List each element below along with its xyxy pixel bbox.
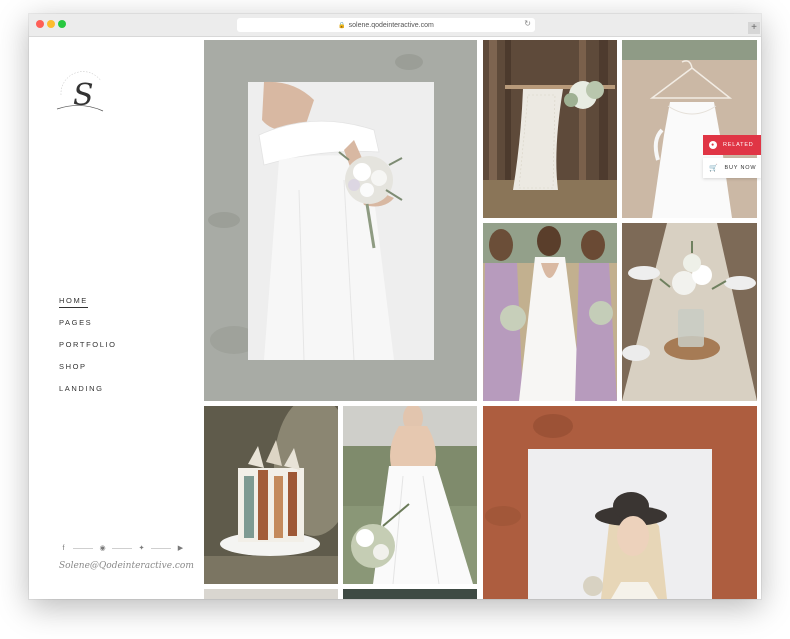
browser-window: 🔒 solene.qodeinteractive.com ↻ + S HOME … <box>29 14 761 599</box>
buy-now-button[interactable]: 🛒 BUY NOW <box>703 158 761 178</box>
gallery-tile-bride-bouquet[interactable] <box>204 40 477 401</box>
site-logo[interactable]: S <box>53 65 109 115</box>
nav-item-shop[interactable]: SHOP <box>59 356 117 371</box>
gallery-tile-bridesmaids[interactable] <box>483 223 617 401</box>
nav-item-home[interactable]: HOME <box>59 290 117 308</box>
address-bar[interactable]: 🔒 solene.qodeinteractive.com ↻ <box>237 18 535 32</box>
lock-icon: 🔒 <box>338 22 346 29</box>
contact-email[interactable]: Solene@Qodeinteractive.com <box>59 561 194 571</box>
related-label: RELATED <box>723 142 754 148</box>
nav-link-shop[interactable]: SHOP <box>59 362 87 373</box>
bride-back-image <box>343 406 477 584</box>
maximize-window-icon[interactable] <box>58 20 66 28</box>
gallery-tile-bride-back[interactable] <box>343 406 477 584</box>
reload-icon[interactable]: ↻ <box>524 19 531 28</box>
gallery-tile-table-setting[interactable] <box>622 223 757 401</box>
gallery-tile-partial-left[interactable] <box>204 589 338 599</box>
bride-hat-image <box>485 414 712 599</box>
gallery-tile-wedding-cake[interactable] <box>204 406 338 584</box>
cart-icon: 🛒 <box>709 165 719 172</box>
gallery-tile-lace-arch[interactable] <box>483 40 617 218</box>
related-button[interactable]: ● RELATED <box>703 135 761 155</box>
table-setting-image <box>622 223 757 401</box>
social-links: f ◉ ✦ ▶ <box>59 544 185 553</box>
nav-link-landing[interactable]: LANDING <box>59 384 104 395</box>
instagram-icon[interactable]: ◉ <box>98 544 107 552</box>
lace-arch-image <box>483 40 617 218</box>
social-divider <box>73 547 93 549</box>
nav-link-home[interactable]: HOME <box>59 296 88 308</box>
url-text: solene.qodeinteractive.com <box>348 21 434 29</box>
nav-link-pages[interactable]: PAGES <box>59 318 92 329</box>
wedding-cake-image <box>204 406 338 584</box>
related-icon: ● <box>709 141 717 149</box>
bridesmaids-image <box>483 223 617 401</box>
browser-titlebar: 🔒 solene.qodeinteractive.com ↻ + <box>29 14 761 37</box>
sidebar: S HOME PAGES PORTFOLIO SHOP LANDING f ◉ … <box>29 37 203 599</box>
youtube-icon[interactable]: ▶ <box>176 544 185 552</box>
gallery-tile-hanging-dress[interactable] <box>622 40 757 218</box>
nav-item-landing[interactable]: LANDING <box>59 378 117 393</box>
new-tab-button[interactable]: + <box>748 22 760 34</box>
buy-now-label: BUY NOW <box>724 165 757 171</box>
hanging-dress-image <box>622 40 757 218</box>
svg-text:S: S <box>73 78 94 113</box>
gallery-tile-bride-hat[interactable] <box>483 406 757 599</box>
bride-bouquet-image <box>208 54 434 361</box>
twitter-icon[interactable]: ✦ <box>137 544 146 552</box>
social-divider <box>112 547 132 549</box>
social-divider <box>151 547 171 549</box>
minimize-window-icon[interactable] <box>47 20 55 28</box>
nav-item-pages[interactable]: PAGES <box>59 312 117 327</box>
main-nav: HOME PAGES PORTFOLIO SHOP LANDING <box>59 290 117 400</box>
side-widget: ● RELATED 🛒 BUY NOW <box>703 135 761 178</box>
gallery-tile-partial-middle[interactable] <box>343 589 477 599</box>
facebook-icon[interactable]: f <box>59 545 68 552</box>
nav-item-portfolio[interactable]: PORTFOLIO <box>59 334 117 349</box>
close-window-icon[interactable] <box>36 20 44 28</box>
nav-link-portfolio[interactable]: PORTFOLIO <box>59 340 117 351</box>
